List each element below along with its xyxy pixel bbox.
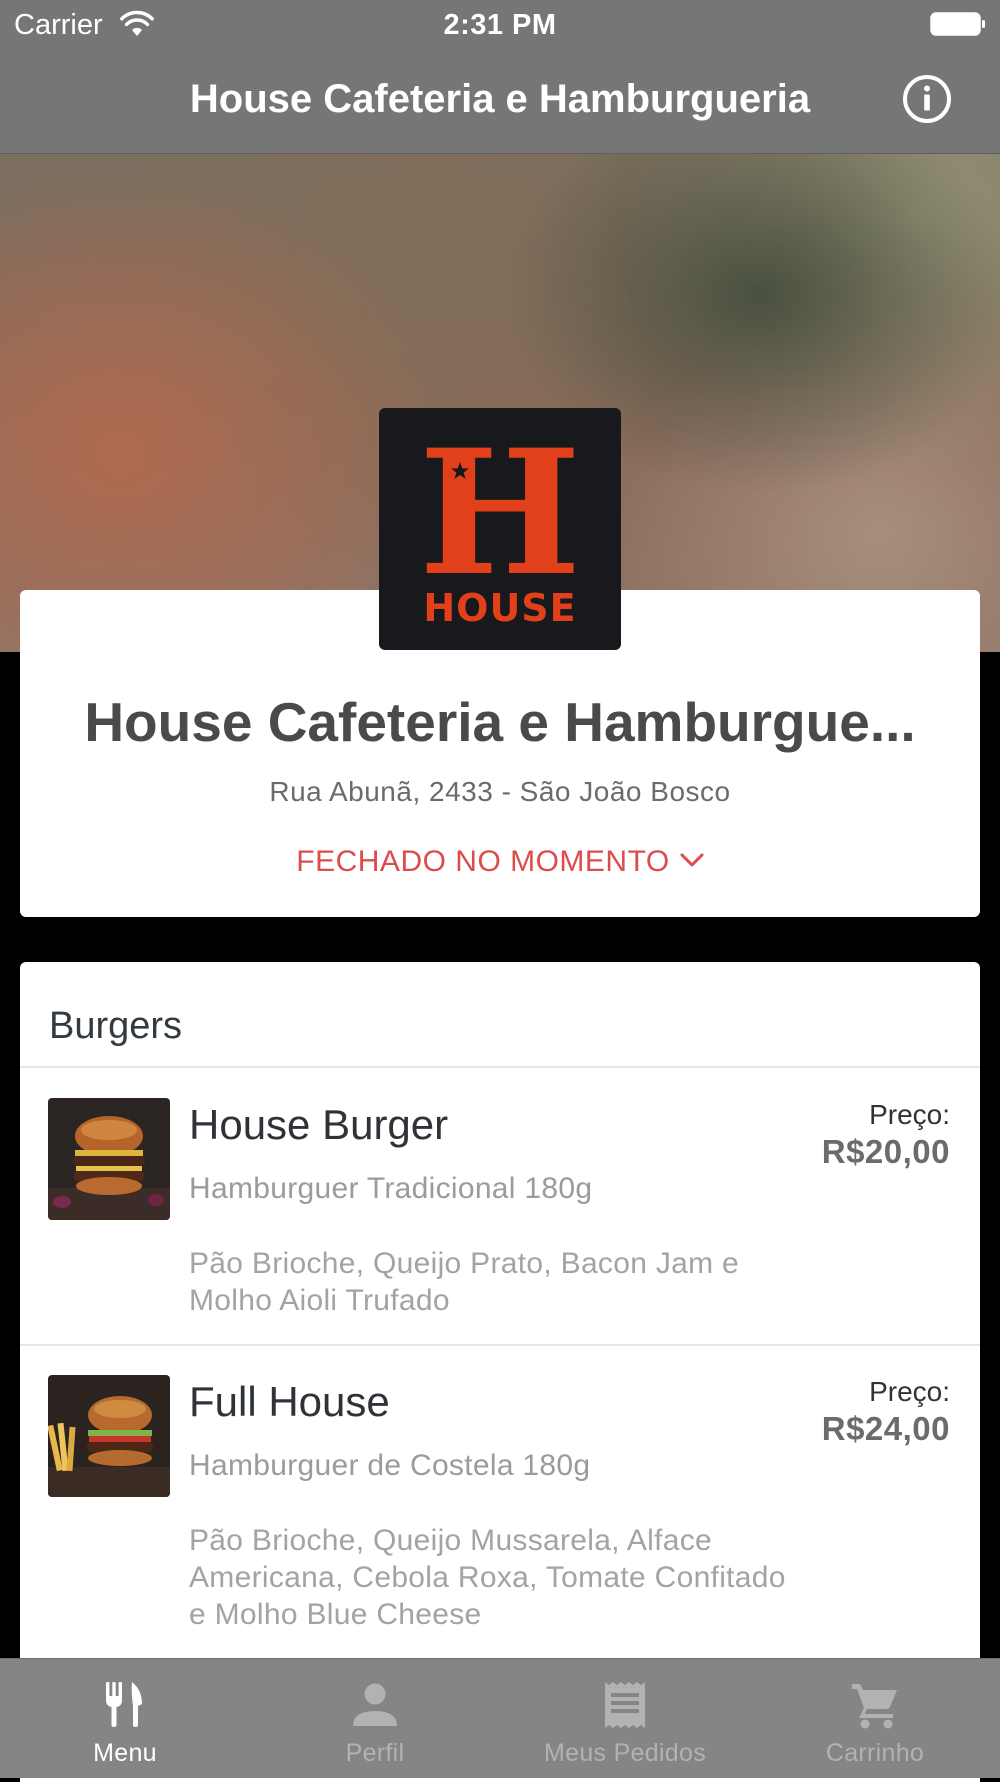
menu-item-description: Pão Brioche, Queijo Mussarela, Alface Am…	[189, 1524, 786, 1631]
status-bar: Carrier 2:31 PM	[0, 0, 1000, 50]
person-icon	[353, 1683, 397, 1726]
tab-bar: Menu Perfil Meus Pedidos Carrinho	[0, 1658, 1000, 1778]
tab-label: Carrinho	[825, 1739, 925, 1767]
cart-icon	[852, 1684, 897, 1729]
menu-item-house-burger[interactable]: House Burger Hamburguer Tradicional 180g…	[20, 1068, 980, 1344]
menu-item-name: Full House	[189, 1378, 390, 1425]
tab-menu[interactable]: Menu	[0, 1658, 250, 1778]
menu-item-price-label: Preço:	[869, 1376, 950, 1407]
menu-item-full-house[interactable]: Full House Hamburguer de Costela 180g Pã…	[20, 1345, 980, 1665]
menu-item-photo	[48, 1375, 170, 1497]
restaurant-name: House Cafeteria e Hamburgue...	[84, 691, 916, 753]
chevron-down-icon	[680, 853, 704, 867]
tab-carrinho[interactable]: Carrinho	[750, 1658, 1000, 1778]
opening-status-label: FECHADO NO MOMENTO	[296, 845, 670, 878]
section-title-burgers: Burgers	[49, 1005, 183, 1047]
receipt-icon	[605, 1682, 645, 1728]
menu-item-price: R$24,00	[821, 1410, 950, 1447]
logo-letter: H	[419, 411, 582, 614]
menu-item-subtitle: Hamburguer de Costela 180g	[189, 1449, 591, 1482]
restaurant-logo: H HOUSE	[379, 408, 621, 650]
tab-label: Perfil	[345, 1739, 405, 1767]
logo-wordmark: HOUSE	[423, 586, 576, 630]
fork-knife-icon	[106, 1682, 142, 1727]
menu-item-description: Pão Brioche, Queijo Prato, Bacon Jam e M…	[189, 1247, 740, 1317]
opening-status-toggle[interactable]: FECHADO NO MOMENTO	[20, 844, 980, 880]
tab-label: Meus Pedidos	[543, 1739, 707, 1767]
clock: 2:31 PM	[443, 9, 557, 41]
nav-title: House Cafeteria e Hamburgueria	[189, 77, 811, 121]
nav-divider	[0, 153, 1000, 154]
tab-perfil[interactable]: Perfil	[250, 1658, 500, 1778]
menu-item-subtitle: Hamburguer Tradicional 180g	[189, 1172, 593, 1205]
tab-meus-pedidos[interactable]: Meus Pedidos	[500, 1658, 750, 1778]
info-icon[interactable]	[902, 74, 952, 124]
battery-icon	[930, 12, 985, 36]
menu-item-photo	[48, 1098, 170, 1220]
menu-item-name: House Burger	[189, 1101, 449, 1148]
logo-graphic: H HOUSE	[419, 411, 582, 630]
nav-bar: House Cafeteria e Hamburgueria	[0, 56, 1000, 154]
restaurant-address: Rua Abunã, 2433 - São João Bosco	[269, 776, 731, 807]
menu-item-price-label: Preço:	[869, 1099, 950, 1130]
menu-item-price: R$20,00	[821, 1133, 950, 1170]
tab-label: Menu	[93, 1739, 157, 1767]
top-bar: Carrier 2:31 PM House Cafeteria e Hambur…	[0, 0, 1000, 154]
